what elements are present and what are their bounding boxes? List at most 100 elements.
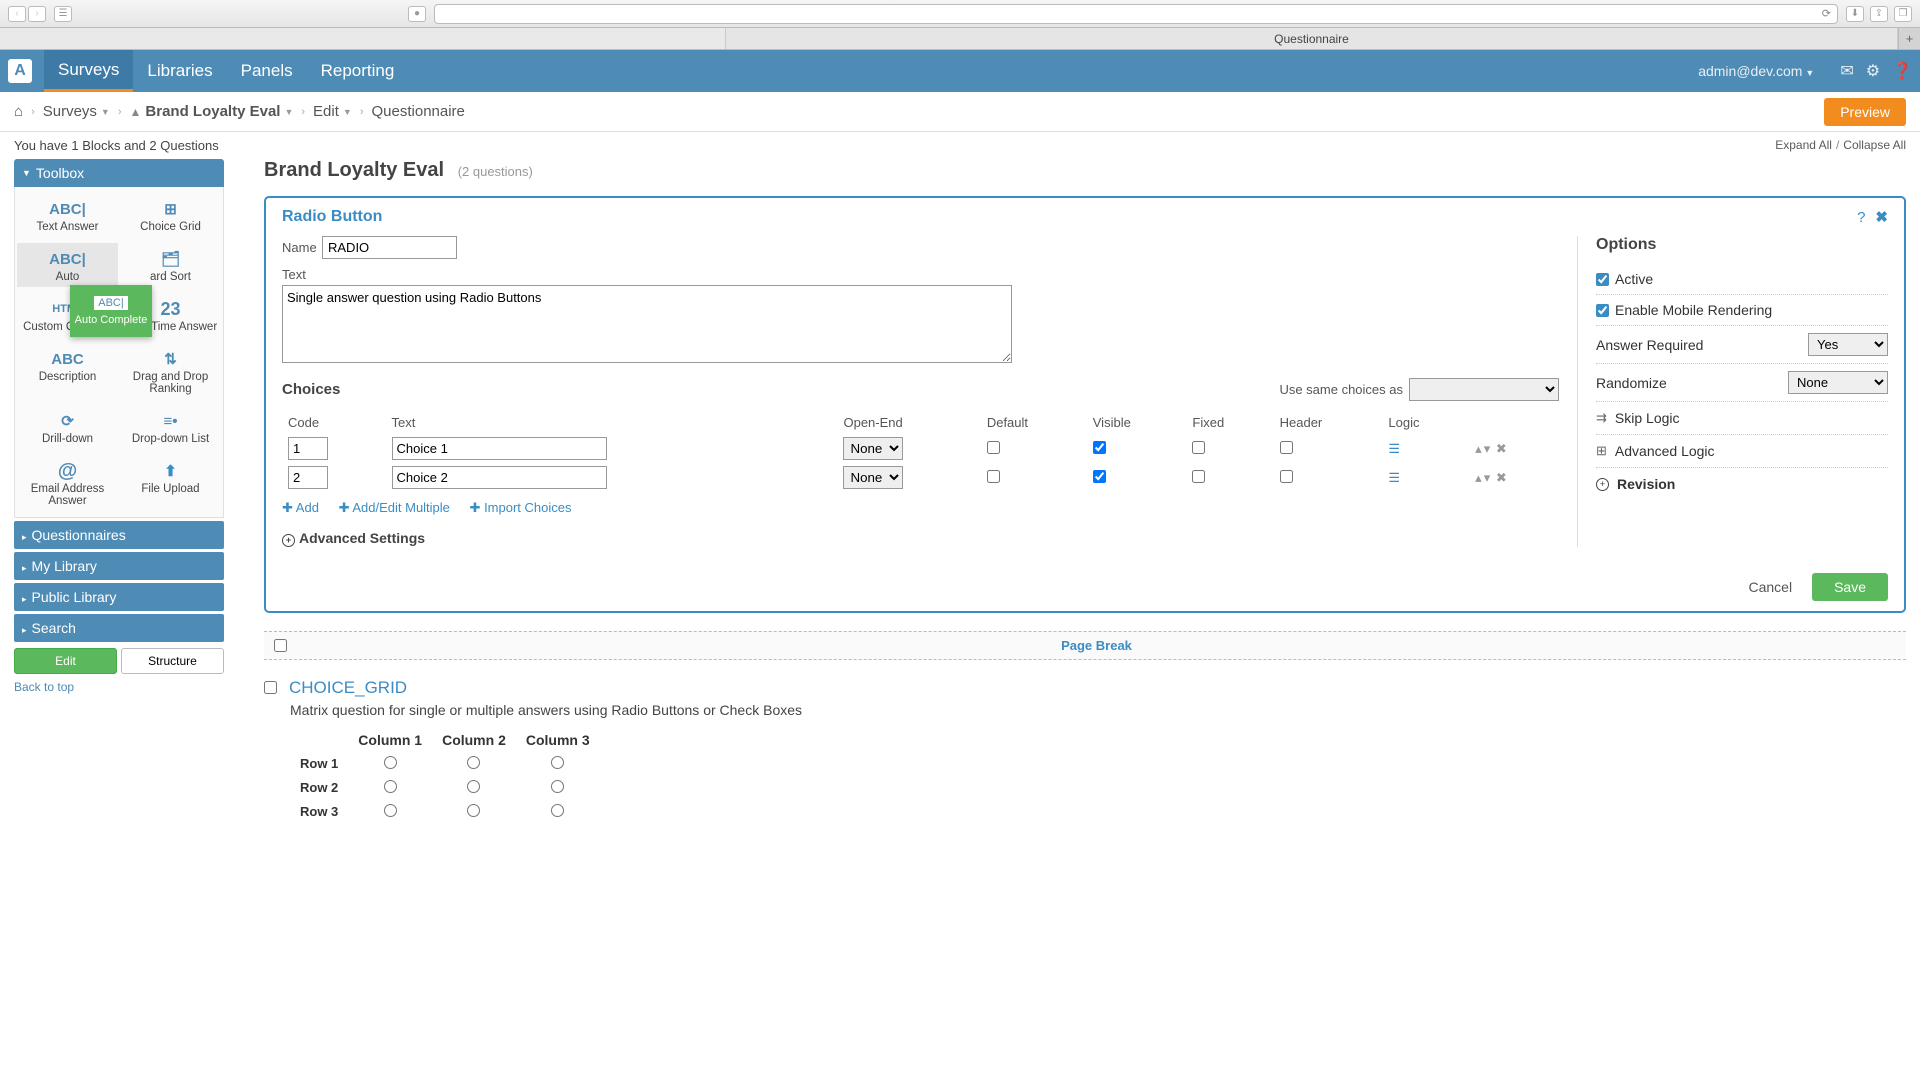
add-multiple-link[interactable]: ✚ Add/Edit Multiple xyxy=(339,500,450,515)
delete-choice-icon[interactable]: ✖ xyxy=(1496,470,1507,485)
option-mobile[interactable]: Enable Mobile Rendering xyxy=(1596,295,1888,326)
grid-radio[interactable] xyxy=(551,780,564,793)
tool-drag-ranking[interactable]: ⇅Drag and Drop Ranking xyxy=(120,343,221,399)
choice-code-input[interactable] xyxy=(288,437,328,460)
grid-radio[interactable] xyxy=(384,780,397,793)
reload-icon[interactable]: ⟳ xyxy=(1822,7,1831,20)
choice-fixed-checkbox[interactable] xyxy=(1192,441,1205,454)
nav-libraries[interactable]: Libraries xyxy=(133,50,226,92)
choice-visible-checkbox[interactable] xyxy=(1093,441,1106,454)
tool-text-answer[interactable]: ABC|Text Answer xyxy=(17,193,118,237)
move-down-icon[interactable]: ▾ xyxy=(1484,441,1491,456)
sidebar-public-library[interactable]: ▸Public Library xyxy=(14,583,224,611)
tool-email[interactable]: @Email Address Answer xyxy=(17,455,118,511)
revision-link[interactable]: +Revision xyxy=(1596,468,1888,500)
preview-button[interactable]: Preview xyxy=(1824,98,1906,126)
import-choices-link[interactable]: ✚ Import Choices xyxy=(470,500,572,515)
choice-code-input[interactable] xyxy=(288,466,328,489)
nav-surveys[interactable]: Surveys xyxy=(44,50,133,92)
download-icon[interactable]: ⬇ xyxy=(1846,6,1864,22)
back-button[interactable]: ‹ xyxy=(8,6,26,22)
tool-file-upload[interactable]: ⬆File Upload xyxy=(120,455,221,511)
app-logo[interactable]: A xyxy=(8,59,32,83)
advanced-settings-toggle[interactable]: +Advanced Settings xyxy=(282,530,1559,547)
grid-radio[interactable] xyxy=(467,780,480,793)
move-up-icon[interactable]: ▴ xyxy=(1475,441,1482,456)
option-active[interactable]: Active xyxy=(1596,264,1888,295)
tabs-icon[interactable]: ❐ xyxy=(1894,6,1912,22)
choice-default-checkbox[interactable] xyxy=(987,441,1000,454)
delete-choice-icon[interactable]: ✖ xyxy=(1496,441,1507,456)
choice-fixed-checkbox[interactable] xyxy=(1192,470,1205,483)
crumb-surveys[interactable]: Surveys▼ xyxy=(43,103,110,120)
skip-logic-link[interactable]: ⇉Skip Logic xyxy=(1596,402,1888,435)
address-bar[interactable]: ⟳ xyxy=(434,4,1838,24)
answer-required-select[interactable]: Yes xyxy=(1808,333,1888,356)
tool-dropdown[interactable]: ≡•Drop-down List xyxy=(120,405,221,449)
collapse-all-link[interactable]: Collapse All xyxy=(1843,138,1906,153)
site-info-icon[interactable]: ● xyxy=(408,6,426,22)
tool-drill-down[interactable]: ⟳Drill-down xyxy=(17,405,118,449)
choice-header-checkbox[interactable] xyxy=(1280,441,1293,454)
sidebar-my-library[interactable]: ▸My Library xyxy=(14,552,224,580)
active-checkbox[interactable] xyxy=(1596,273,1609,286)
mail-icon[interactable]: ✉ xyxy=(1840,61,1853,81)
grid-radio[interactable] xyxy=(467,756,480,769)
q2-checkbox[interactable] xyxy=(264,681,277,694)
gear-icon[interactable]: ⚙ xyxy=(1866,61,1880,81)
toolbox-header[interactable]: ▼Toolbox xyxy=(14,159,224,187)
add-choice-link[interactable]: ✚ Add xyxy=(282,500,319,515)
choice-openend-select[interactable]: None xyxy=(843,466,903,489)
sidebar-toggle[interactable]: ☰ xyxy=(54,6,72,22)
tool-description[interactable]: ABCDescription xyxy=(17,343,118,399)
sidebar-search[interactable]: ▸Search xyxy=(14,614,224,642)
page-break-checkbox[interactable] xyxy=(274,639,287,652)
move-up-icon[interactable]: ▴ xyxy=(1475,470,1482,485)
advanced-logic-link[interactable]: ⊞Advanced Logic xyxy=(1596,435,1888,468)
editor-close-icon[interactable]: ✖ xyxy=(1875,208,1888,226)
q2-name[interactable]: CHOICE_GRID xyxy=(289,678,407,698)
text-input[interactable]: Single answer question using Radio Butto… xyxy=(282,285,1012,363)
tool-auto-complete[interactable]: ABC|Auto xyxy=(17,243,118,287)
choice-visible-checkbox[interactable] xyxy=(1093,470,1106,483)
name-input[interactable] xyxy=(322,236,457,259)
user-menu[interactable]: admin@dev.com▼ xyxy=(1698,63,1814,79)
help-icon[interactable]: ❓ xyxy=(1892,61,1912,81)
choice-text-input[interactable] xyxy=(392,437,607,460)
editor-help-icon[interactable]: ? xyxy=(1857,209,1865,226)
structure-mode-button[interactable]: Structure xyxy=(121,648,224,674)
back-to-top-link[interactable]: Back to top xyxy=(14,680,224,694)
move-down-icon[interactable]: ▾ xyxy=(1484,470,1491,485)
page-break[interactable]: Page Break xyxy=(264,631,1906,660)
new-tab-button[interactable]: + xyxy=(1898,28,1920,49)
home-icon[interactable]: ⌂ xyxy=(14,103,23,120)
choice-default-checkbox[interactable] xyxy=(987,470,1000,483)
save-button[interactable]: Save xyxy=(1812,573,1888,601)
expand-all-link[interactable]: Expand All xyxy=(1775,138,1832,153)
grid-radio[interactable] xyxy=(551,756,564,769)
choice-logic-icon[interactable]: ☰ xyxy=(1388,441,1400,456)
nav-panels[interactable]: Panels xyxy=(227,50,307,92)
crumb-edit[interactable]: Edit▼ xyxy=(313,103,352,120)
choice-openend-select[interactable]: None xyxy=(843,437,903,460)
crumb-survey-name[interactable]: ▲Brand Loyalty Eval▼ xyxy=(130,103,294,120)
randomize-select[interactable]: None xyxy=(1788,371,1888,394)
choice-text-input[interactable] xyxy=(392,466,607,489)
choice-header-checkbox[interactable] xyxy=(1280,470,1293,483)
browser-tab[interactable]: Questionnaire xyxy=(725,28,1898,49)
tool-choice-grid[interactable]: ⊞Choice Grid xyxy=(120,193,221,237)
mobile-checkbox[interactable] xyxy=(1596,304,1609,317)
grid-radio[interactable] xyxy=(384,756,397,769)
grid-radio[interactable] xyxy=(551,804,564,817)
tool-card-sort[interactable]: 🗂ard Sort xyxy=(120,243,221,287)
forward-button[interactable]: › xyxy=(28,6,46,22)
sidebar-questionnaires[interactable]: ▸Questionnaires xyxy=(14,521,224,549)
share-icon[interactable]: ⇪ xyxy=(1870,6,1888,22)
nav-reporting[interactable]: Reporting xyxy=(307,50,409,92)
grid-radio[interactable] xyxy=(384,804,397,817)
choice-logic-icon[interactable]: ☰ xyxy=(1388,470,1400,485)
edit-mode-button[interactable]: Edit xyxy=(14,648,117,674)
same-choices-select[interactable] xyxy=(1409,378,1559,401)
grid-radio[interactable] xyxy=(467,804,480,817)
cancel-button[interactable]: Cancel xyxy=(1738,573,1802,601)
